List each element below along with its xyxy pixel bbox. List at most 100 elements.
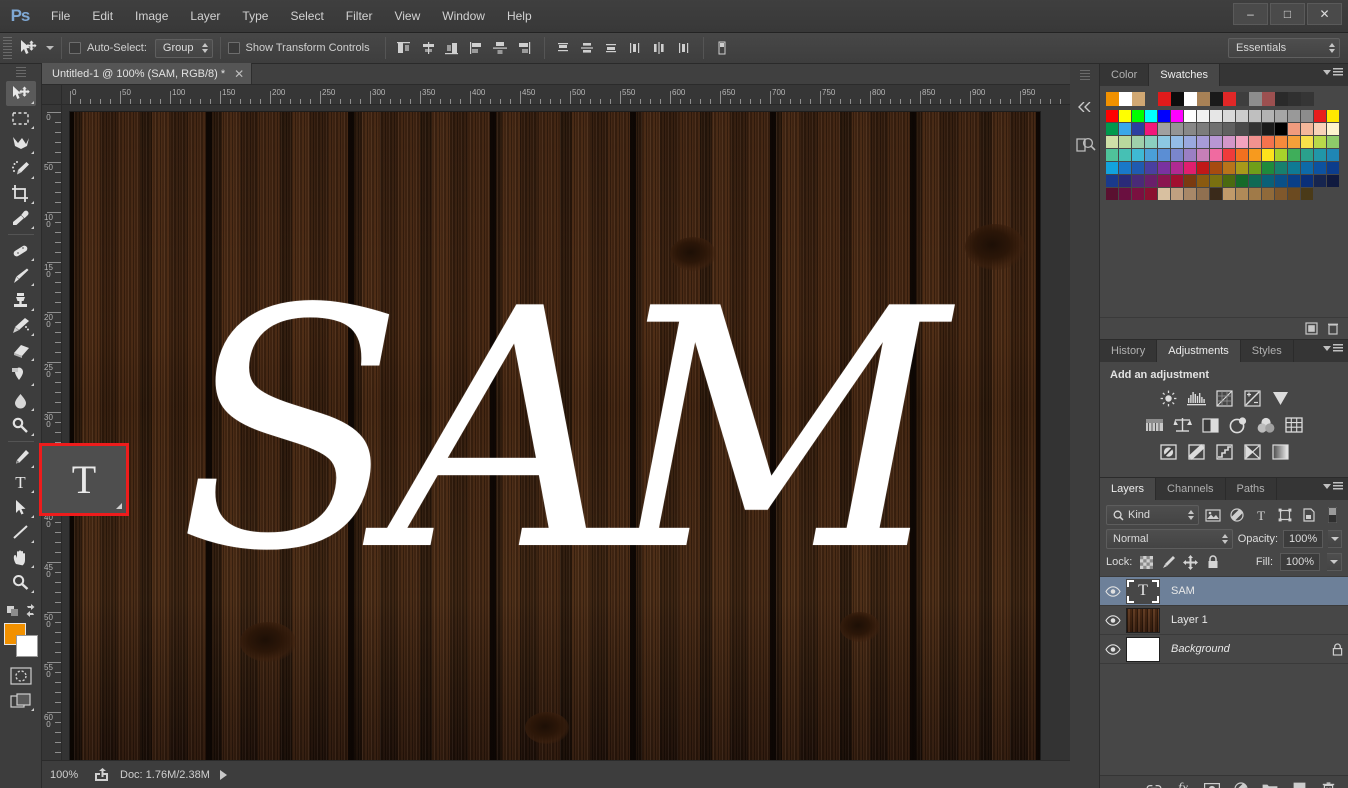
recent-swatch[interactable] xyxy=(1249,92,1262,106)
color-swatch[interactable] xyxy=(1327,188,1339,200)
tool-preset-chevron-down-icon[interactable] xyxy=(46,46,54,50)
lock-position-icon[interactable] xyxy=(1183,554,1199,570)
color-swatch[interactable] xyxy=(1262,136,1274,148)
levels-icon[interactable] xyxy=(1185,388,1207,408)
swatch-grid[interactable] xyxy=(1106,110,1342,200)
tool-hand[interactable] xyxy=(6,545,36,570)
color-swatch[interactable] xyxy=(1249,136,1261,148)
zoom-level[interactable]: 100% xyxy=(50,769,84,781)
color-swatch[interactable] xyxy=(1158,175,1170,187)
recent-swatch[interactable] xyxy=(1171,92,1184,106)
color-swatch[interactable] xyxy=(1275,175,1287,187)
tool-history-brush[interactable] xyxy=(6,313,36,338)
color-swatch[interactable] xyxy=(1236,188,1248,200)
color-swatch[interactable] xyxy=(1184,110,1196,122)
color-swatch[interactable] xyxy=(1236,110,1248,122)
color-swatch[interactable] xyxy=(1158,123,1170,135)
color-swatch[interactable] xyxy=(1288,110,1300,122)
color-swatch[interactable] xyxy=(1223,110,1235,122)
color-swatch[interactable] xyxy=(1184,149,1196,161)
color-swatch[interactable] xyxy=(1197,162,1209,174)
canvas-area[interactable]: SAM xyxy=(62,105,1100,760)
color-swatch[interactable] xyxy=(1301,188,1313,200)
color-swatch[interactable] xyxy=(1301,110,1313,122)
color-swatch[interactable] xyxy=(1275,123,1287,135)
color-swatch[interactable] xyxy=(1158,162,1170,174)
tool-clone-stamp[interactable] xyxy=(6,288,36,313)
vibrance-icon[interactable] xyxy=(1269,388,1291,408)
options-bar-grip[interactable] xyxy=(3,37,12,59)
color-swatch[interactable] xyxy=(1314,188,1326,200)
minimize-button[interactable]: – xyxy=(1233,3,1268,25)
show-transform-controls-checkbox[interactable] xyxy=(227,42,240,54)
black-white-icon[interactable] xyxy=(1199,415,1221,435)
color-swatch[interactable] xyxy=(1119,175,1131,187)
auto-select-checkbox[interactable] xyxy=(69,42,81,54)
move-tool-icon[interactable] xyxy=(16,37,42,59)
color-swatch[interactable] xyxy=(1223,123,1235,135)
color-swatch[interactable] xyxy=(1158,136,1170,148)
close-button[interactable]: ✕ xyxy=(1307,3,1342,25)
color-swatch[interactable] xyxy=(1301,123,1313,135)
color-swatch[interactable] xyxy=(1210,162,1222,174)
hue-saturation-icon[interactable] xyxy=(1143,415,1165,435)
color-swatch[interactable] xyxy=(1262,110,1274,122)
color-swatch[interactable] xyxy=(1184,162,1196,174)
color-swatch[interactable] xyxy=(1262,149,1274,161)
color-swatch[interactable] xyxy=(1197,123,1209,135)
recent-swatch[interactable] xyxy=(1301,92,1314,106)
recent-swatch[interactable] xyxy=(1210,92,1223,106)
color-swatch[interactable] xyxy=(1288,149,1300,161)
color-swatch[interactable] xyxy=(1301,175,1313,187)
quick-mask-toggle[interactable] xyxy=(6,663,36,688)
color-swatch[interactable] xyxy=(1288,188,1300,200)
tool-dodge[interactable] xyxy=(6,413,36,438)
color-swatch[interactable] xyxy=(1223,188,1235,200)
lock-all-icon[interactable] xyxy=(1205,555,1220,570)
color-swatch[interactable] xyxy=(1119,123,1131,135)
color-swatch[interactable] xyxy=(1106,149,1118,161)
color-swatch[interactable] xyxy=(1288,123,1300,135)
color-swatch[interactable] xyxy=(1275,162,1287,174)
color-swatch[interactable] xyxy=(1249,175,1261,187)
recent-swatch[interactable] xyxy=(1288,92,1301,106)
panel-menu-icon[interactable] xyxy=(1323,482,1343,490)
color-lookup-icon[interactable] xyxy=(1283,415,1305,435)
filter-pixel-icon[interactable] xyxy=(1204,505,1223,525)
auto-align-layers-icon[interactable] xyxy=(711,37,735,59)
color-swatch[interactable] xyxy=(1288,175,1300,187)
color-swatch[interactable] xyxy=(1106,136,1118,148)
color-swatch[interactable] xyxy=(1301,149,1313,161)
color-swatch[interactable] xyxy=(1145,123,1157,135)
color-swatch[interactable] xyxy=(1275,136,1287,148)
color-swatch[interactable] xyxy=(1327,175,1339,187)
tool-path-selection[interactable] xyxy=(6,495,36,520)
color-swatch[interactable] xyxy=(1132,188,1144,200)
color-swatch[interactable] xyxy=(1197,188,1209,200)
color-swatch[interactable] xyxy=(1119,110,1131,122)
color-swatch[interactable] xyxy=(1184,175,1196,187)
recent-swatch[interactable] xyxy=(1223,92,1236,106)
color-swatch[interactable] xyxy=(1158,149,1170,161)
align-left-edges-icon[interactable] xyxy=(393,37,417,59)
tab-swatches[interactable]: Swatches xyxy=(1149,64,1220,86)
distribute-vertical-centers-icon[interactable] xyxy=(576,37,600,59)
color-swatch[interactable] xyxy=(1197,149,1209,161)
layer-visibility-eye-icon[interactable] xyxy=(1100,643,1126,655)
tool-horizontal-type[interactable]: T xyxy=(6,470,36,495)
color-swatch[interactable] xyxy=(1314,149,1326,161)
tool-lasso[interactable] xyxy=(6,131,36,156)
tool-move[interactable] xyxy=(5,81,36,106)
color-swatch[interactable] xyxy=(1275,149,1287,161)
color-swatch[interactable] xyxy=(1301,162,1313,174)
menu-select[interactable]: Select xyxy=(279,0,334,33)
selective-color-icon[interactable] xyxy=(1241,442,1263,462)
layer-visibility-eye-icon[interactable] xyxy=(1100,614,1126,626)
distribute-horizontal-centers-icon[interactable] xyxy=(648,37,672,59)
threshold-icon[interactable] xyxy=(1213,442,1235,462)
layer-name[interactable]: Background xyxy=(1160,643,1326,655)
tool-eyedropper[interactable] xyxy=(6,206,36,231)
align-bottom-edges-icon[interactable] xyxy=(513,37,537,59)
color-swatch[interactable] xyxy=(1314,110,1326,122)
distribute-top-edges-icon[interactable] xyxy=(552,37,576,59)
